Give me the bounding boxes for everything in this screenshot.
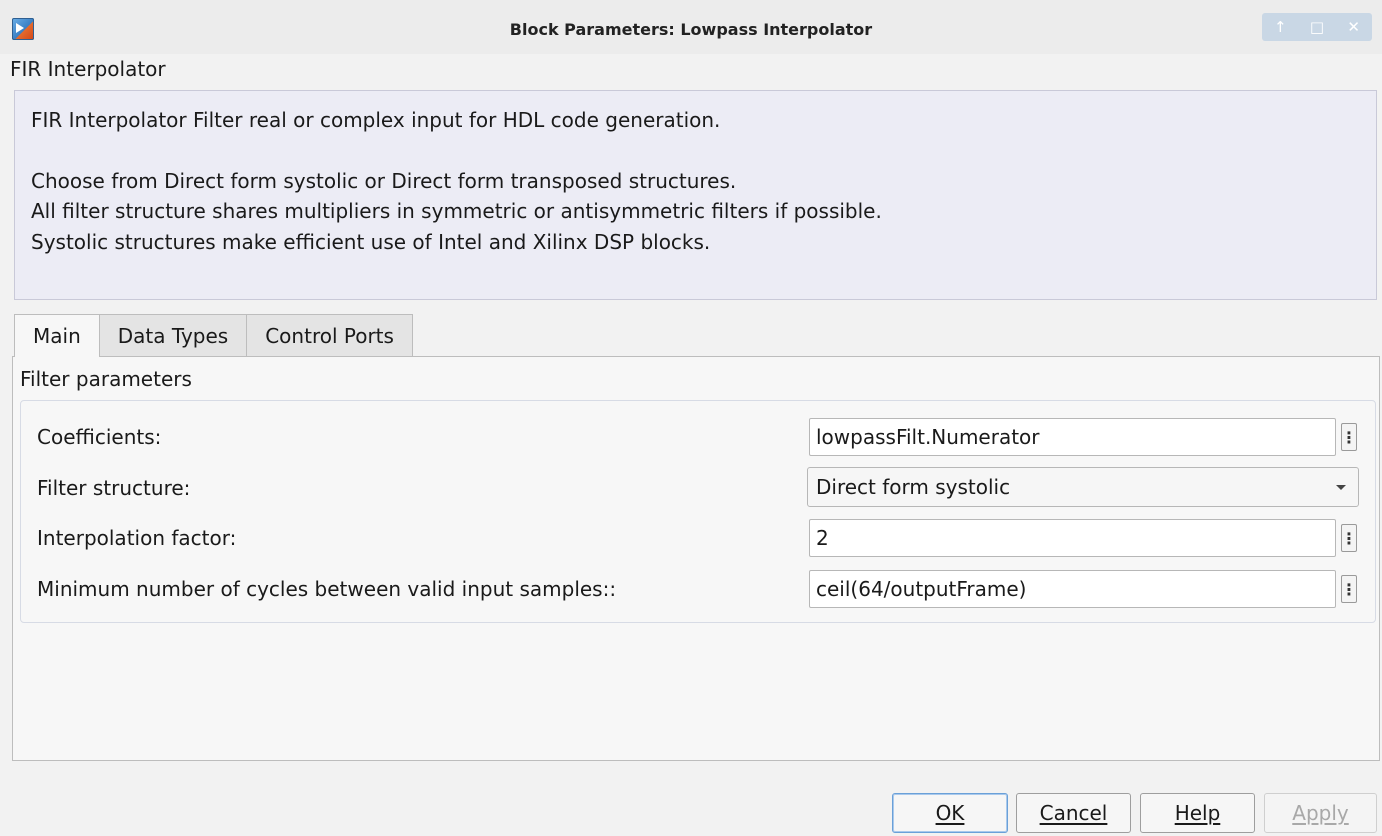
cancel-button[interactable]: Cancel: [1016, 793, 1131, 833]
interpolation-factor-input[interactable]: 2: [809, 519, 1336, 557]
description-line: FIR Interpolator Filter real or complex …: [31, 108, 721, 132]
tab-main[interactable]: Main: [14, 314, 100, 357]
window-title: Block Parameters: Lowpass Interpolator: [509, 20, 873, 39]
coefficients-more-icon[interactable]: ⋮: [1341, 423, 1357, 451]
title-bar[interactable]: Block Parameters: Lowpass Interpolator ↑…: [0, 0, 1382, 54]
apply-button[interactable]: Apply: [1264, 793, 1377, 833]
block-type-heading: FIR Interpolator: [10, 57, 166, 81]
minimize-icon[interactable]: ↑: [1268, 15, 1292, 39]
filter-structure-label: Filter structure:: [37, 476, 191, 500]
coefficients-input[interactable]: lowpassFilt.Numerator: [809, 418, 1336, 456]
description-line: Systolic structures make efficient use o…: [31, 230, 711, 254]
description-line: Choose from Direct form systolic or Dire…: [31, 169, 737, 193]
block-parameters-dialog: Block Parameters: Lowpass Interpolator ↑…: [0, 0, 1382, 836]
filter-parameters-label: Filter parameters: [20, 367, 192, 391]
interpolation-factor-more-icon[interactable]: ⋮: [1341, 524, 1357, 552]
filter-structure-select[interactable]: Direct form systolic: [807, 467, 1359, 507]
window-controls: ↑ □ ✕: [1262, 13, 1372, 41]
ok-button[interactable]: OK: [892, 793, 1008, 833]
tab-data-types[interactable]: Data Types: [98, 314, 248, 356]
filter-parameters-group: Coefficients: lowpassFilt.Numerator ⋮ Fi…: [20, 400, 1376, 623]
close-icon[interactable]: ✕: [1342, 15, 1366, 39]
coefficients-label: Coefficients:: [37, 425, 162, 449]
chevron-down-icon: [1336, 485, 1346, 490]
tab-bar: Main Data Types Control Ports: [14, 314, 413, 357]
interpolation-factor-label: Interpolation factor:: [37, 526, 237, 550]
min-cycles-more-icon[interactable]: ⋮: [1341, 575, 1357, 603]
help-button[interactable]: Help: [1140, 793, 1255, 833]
filter-structure-value: Direct form systolic: [816, 475, 1011, 499]
maximize-icon[interactable]: □: [1305, 15, 1329, 39]
main-tab-panel: Filter parameters Coefficients: lowpassF…: [12, 356, 1380, 761]
min-cycles-input[interactable]: ceil(64/outputFrame): [809, 570, 1336, 608]
block-description-panel: FIR Interpolator Filter real or complex …: [14, 90, 1377, 300]
description-line: All filter structure shares multipliers …: [31, 199, 882, 223]
min-cycles-label: Minimum number of cycles between valid i…: [37, 577, 617, 601]
tab-control-ports[interactable]: Control Ports: [246, 314, 413, 356]
